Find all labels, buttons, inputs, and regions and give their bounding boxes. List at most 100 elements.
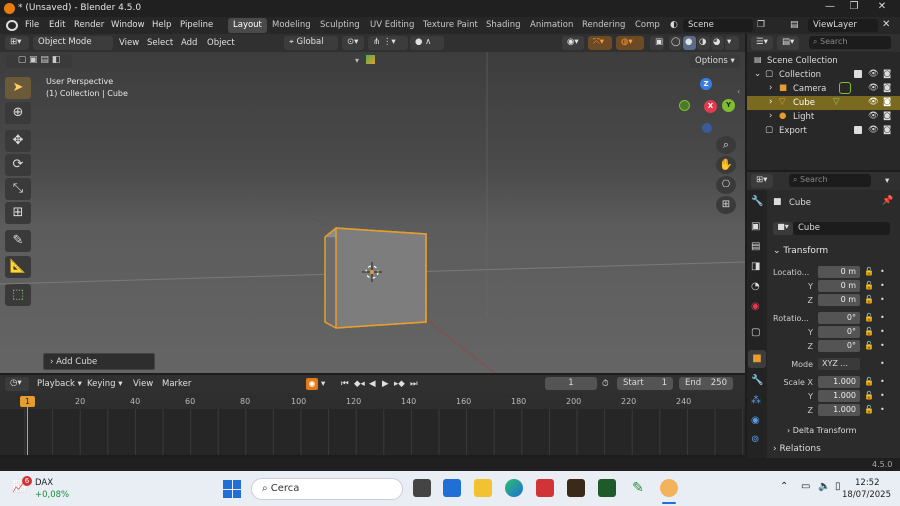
delta-transform-panel[interactable]: › Delta Transform [787,426,856,435]
tab-uv-editing[interactable]: UV Editing [365,18,419,33]
tab-animation[interactable]: Animation [525,18,578,33]
jump-end-button[interactable]: ⏭ [410,379,418,389]
keying-set-dropdown-icon[interactable]: ▾ [321,379,325,389]
tab-sculpting[interactable]: Sculpting [315,18,365,33]
rotation-x-field[interactable]: 0° [818,312,860,324]
current-frame-field[interactable]: 1 [545,377,597,390]
object-tab-icon[interactable]: ■ [748,350,766,368]
editor-type-button[interactable]: ⊞▾ [5,36,29,50]
outliner-search-field[interactable]: ⌕ Search [809,36,891,49]
datablock-type-button[interactable]: ■▾ [773,222,793,235]
camera-view-icon[interactable]: ⎔ [716,176,736,194]
properties-options-icon[interactable]: ▾ [885,176,889,186]
rotation-y-field[interactable]: 0° [818,326,860,338]
camera-render-icon[interactable]: ◙ [883,111,891,121]
zoom-icon[interactable]: ⌕ [716,136,736,154]
location-x-field[interactable]: 0 m [818,266,860,278]
tab-shading[interactable]: Shading [481,18,526,33]
gizmo-neg-y-axis[interactable] [679,100,690,111]
checkbox-icon[interactable] [854,126,862,134]
network-icon[interactable]: ▭ [801,481,810,492]
particles-tab-icon[interactable]: ⁂ [751,395,761,406]
volume-icon[interactable]: 🔈 [818,481,830,492]
app-pen-icon[interactable]: ✎ [629,479,647,497]
scale-y-field[interactable]: 1.000 [818,390,860,402]
properties-search-field[interactable]: ⌕ Search [789,174,871,187]
outliner-item-light[interactable]: › ● Light 👁 ◙ [747,110,900,124]
store-icon[interactable] [443,479,461,497]
menu-object[interactable]: Object [207,38,235,48]
tab-compositing[interactable]: Compo [630,18,660,33]
blender-taskbar-icon[interactable] [660,479,678,497]
keyframe-dot-icon[interactable]: • [880,281,885,290]
outliner-item-export[interactable]: ▢ Export 👁 ◙ [747,124,900,138]
file-explorer-icon[interactable] [474,479,492,497]
camera-render-icon[interactable]: ◙ [883,97,891,107]
timeline-editor-type-button[interactable]: ◷▾ [5,377,29,391]
eye-icon[interactable]: 👁 [868,125,879,135]
outliner-item-cube[interactable]: › ▽ Cube ▽ 👁 ◙ [747,96,900,110]
outliner-item-collection[interactable]: ⌄ ▢ Collection 👁 ◙ [747,68,900,82]
perspective-toggle-icon[interactable]: ⊞ [716,196,736,214]
lock-icon[interactable]: 🔓 [864,295,874,304]
location-y-field[interactable]: 0 m [818,280,860,292]
collection-tab-icon[interactable]: ▢ [751,327,760,338]
display-mode-button[interactable]: ▤▾ [777,36,799,50]
outliner[interactable]: ▤ Scene Collection ⌄ ▢ Collection 👁 ◙ › … [747,52,900,170]
shading-material-button[interactable]: ◑ [697,36,710,50]
play-reverse-button[interactable]: ◀ [369,379,376,389]
play-button[interactable]: ▶ [382,379,389,389]
playhead-handle[interactable]: 1 [20,396,35,407]
clock-date[interactable]: 18/07/2025 [842,490,891,500]
lock-icon[interactable]: 🔓 [864,405,874,414]
menu-timeline-view[interactable]: View [133,379,153,389]
app-green-icon[interactable] [598,479,616,497]
copy-scene-icon[interactable]: ❐ [757,20,765,30]
menu-help[interactable]: Help [152,20,171,30]
scale-z-field[interactable]: 1.000 [818,404,860,416]
edge-icon[interactable] [505,479,523,497]
end-frame-field[interactable]: End 250 [679,377,733,390]
menu-keying[interactable]: Keying ▾ [87,379,123,389]
menu-view[interactable]: View [119,38,139,48]
menu-pipeline[interactable]: Pipeline [180,20,213,30]
tray-chevron-icon[interactable]: ⌃ [780,481,788,492]
start-frame-field[interactable]: Start 1 [617,377,673,390]
view-layer-tab-icon[interactable]: ◨ [751,261,760,272]
pan-icon[interactable]: ✋ [716,156,736,174]
rotation-z-field[interactable]: 0° [818,340,860,352]
view-layer-field[interactable]: ViewLayer [808,19,878,32]
mode-dropdown[interactable]: Object Mode [33,36,113,50]
keyframe-dot-icon[interactable]: • [880,295,885,304]
menu-edit[interactable]: Edit [49,20,65,30]
lock-icon[interactable]: 🔓 [864,341,874,350]
next-keyframe-button[interactable]: ▸◆ [394,379,405,389]
lock-icon[interactable]: 🔓 [864,281,874,290]
pivot-button[interactable]: ⊙▾ [342,36,364,50]
keyframe-dot-icon[interactable]: • [880,377,885,386]
taskbar-search[interactable]: ⌕ Cerca [251,478,403,500]
view-layer-icon[interactable]: ▤ [790,20,799,30]
snap-button[interactable]: ⋔ ⋮▾ [368,36,408,50]
eye-icon[interactable]: 👁 [868,111,879,121]
gizmo-y-axis[interactable]: Y [722,99,735,112]
render-tab-icon[interactable]: ▣ [751,221,760,232]
checkbox-icon[interactable] [854,70,862,78]
lock-icon[interactable]: 🔓 [864,313,874,322]
3d-viewport[interactable]: ▢ ▣ ▤ ◧ User Perspective (1) Collection … [0,52,745,373]
eye-icon[interactable]: 👁 [868,69,879,79]
mesh-data-icon[interactable]: ▽ [833,97,840,107]
scene-tab-icon[interactable]: ◔ [751,281,760,292]
keyframe-dot-icon[interactable]: • [880,405,885,414]
scale-x-field[interactable]: 1.000 [818,376,860,388]
visibility-button[interactable]: ◉▾ [562,36,584,50]
operator-panel[interactable]: › Add Cube [43,353,155,370]
shading-options-button[interactable]: ▾ [725,36,739,50]
minimize-button[interactable]: — [818,1,842,15]
pin-icon[interactable]: 📌 [882,196,893,206]
outliner-scene-collection[interactable]: ▤ Scene Collection [747,54,900,68]
overlay-button[interactable]: ◍▾ [616,36,644,50]
orientation-dropdown[interactable]: ⌖ Global [284,36,338,50]
maximize-button[interactable]: ❐ [842,1,866,15]
gizmo-button[interactable]: ⤧▾ [588,36,612,50]
